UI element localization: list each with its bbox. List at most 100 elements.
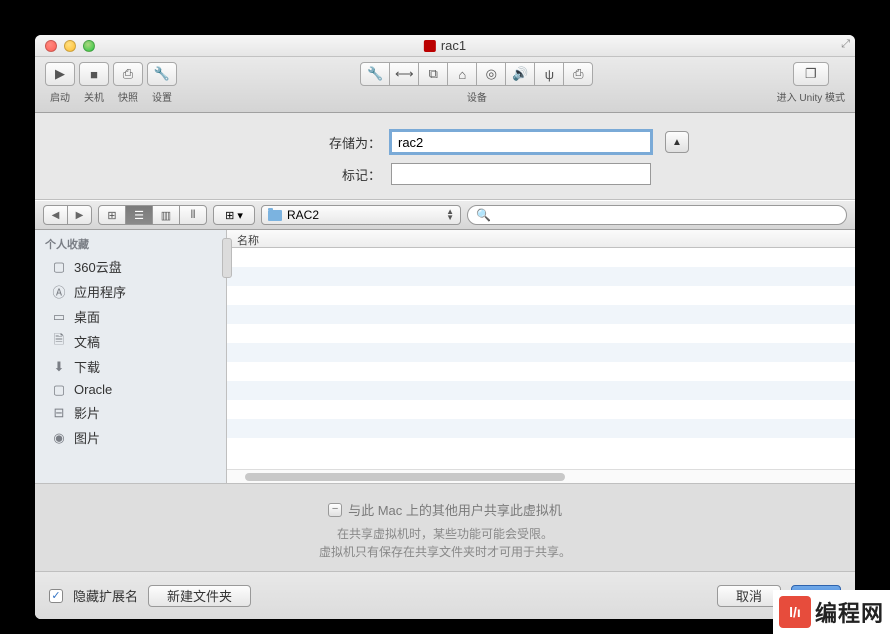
share-panel: − 与此 Mac 上的其他用户共享此虚拟机 在共享虚拟机时，某些功能可能会受限。…: [35, 483, 855, 571]
watermark: l/ı 编程网: [773, 590, 890, 634]
sidebar-item-360[interactable]: ▢360云盘: [35, 254, 226, 279]
hide-extension-checkbox[interactable]: ✓: [49, 589, 63, 603]
snapshot-button[interactable]: ⎙: [113, 62, 143, 86]
traffic-lights: [35, 40, 95, 52]
desktop-icon: ▭: [51, 310, 67, 324]
zoom-button[interactable]: [83, 40, 95, 52]
sidebar-item-documents[interactable]: 🗎文稿: [35, 329, 226, 354]
shutdown-button[interactable]: ■: [79, 62, 109, 86]
new-folder-button[interactable]: 新建文件夹: [148, 585, 251, 607]
forward-button[interactable]: ▶: [67, 205, 92, 225]
back-button[interactable]: ◀: [43, 205, 68, 225]
list-row: [227, 419, 855, 438]
search-input[interactable]: 🔍: [467, 205, 847, 225]
search-icon: 🔍: [476, 208, 491, 222]
scrollbar-thumb[interactable]: [245, 473, 565, 481]
pictures-icon: ◉: [51, 431, 67, 445]
device-sound-icon[interactable]: 🔊: [505, 62, 535, 86]
apps-icon: Ⓐ: [51, 285, 67, 299]
settings-button[interactable]: 🔧: [147, 62, 177, 86]
device-usb-icon[interactable]: ψ: [534, 62, 564, 86]
sidebar-item-movies[interactable]: ⊟影片: [35, 400, 226, 425]
list-row: [227, 286, 855, 305]
browser-toolbar: ◀ ▶ ⊞ ☰ ▥ ⦀ ⊞ ▾ RAC2 ▲▼ 🔍: [35, 200, 855, 230]
devices-label: 设备: [467, 89, 487, 104]
list-row: [227, 400, 855, 419]
device-bluetooth-icon[interactable]: ⧉: [418, 62, 448, 86]
sidebar-section-favorites: 个人收藏: [35, 230, 226, 254]
share-info-1: 在共享虚拟机时，某些功能可能会受限。: [35, 525, 855, 542]
disclosure-button[interactable]: ▲: [665, 131, 689, 153]
folder-icon: ▢: [51, 383, 67, 397]
list-row: [227, 324, 855, 343]
device-tool-icon[interactable]: 🔧: [360, 62, 390, 86]
snapshot-label: 快照: [118, 89, 138, 104]
save-as-input[interactable]: [391, 131, 651, 153]
arrange-button[interactable]: ⊞ ▾: [213, 205, 255, 225]
devices-segment: 🔧 ⟷ ⧉ ⌂ ◎ 🔊 ψ ⎙: [360, 62, 593, 86]
list-row: [227, 362, 855, 381]
coverflow-view-button[interactable]: ⦀: [179, 205, 207, 225]
fullscreen-icon[interactable]: ⤢: [841, 38, 850, 51]
bottom-bar: ✓ 隐藏扩展名 新建文件夹 取消: [35, 571, 855, 619]
device-printer-icon[interactable]: ⎙: [563, 62, 593, 86]
cancel-button[interactable]: 取消: [717, 585, 781, 607]
path-popup[interactable]: RAC2 ▲▼: [261, 205, 461, 225]
device-camera-icon[interactable]: ◎: [476, 62, 506, 86]
path-text: RAC2: [287, 208, 319, 222]
save-sheet: 存储为： ▲ 标记： ◀ ▶ ⊞ ☰ ▥ ⦀ ⊞ ▾: [35, 113, 855, 619]
tags-label: 标记：: [201, 165, 381, 184]
column-view-button[interactable]: ▥: [152, 205, 180, 225]
list-row: [227, 267, 855, 286]
list-row: [227, 343, 855, 362]
list-view-button[interactable]: ☰: [125, 205, 153, 225]
share-info-2: 虚拟机只有保存在共享文件夹时才可用于共享。: [35, 543, 855, 560]
watermark-text: 编程网: [815, 596, 884, 628]
folder-icon: ▢: [51, 260, 67, 274]
sidebar-item-downloads[interactable]: ⬇下载: [35, 354, 226, 379]
save-fields: 存储为： ▲ 标记：: [35, 113, 855, 200]
watermark-logo: l/ı: [779, 596, 811, 628]
unity-label: 进入 Unity 模式: [777, 89, 845, 104]
horizontal-scrollbar[interactable]: [227, 469, 855, 483]
device-hdd-icon[interactable]: ⌂: [447, 62, 477, 86]
file-rows[interactable]: [227, 248, 855, 469]
share-title: 与此 Mac 上的其他用户共享此虚拟机: [348, 500, 562, 519]
popup-arrows-icon: ▲▼: [446, 209, 454, 221]
shutdown-label: 关机: [84, 89, 104, 104]
titlebar[interactable]: rac1 ⤢: [35, 35, 855, 57]
dialog-window: rac1 ⤢ ▶ 启动 ■ 关机 ⎙ 快照 🔧 设置 🔧 ⟷ ⧉: [35, 35, 855, 619]
sidebar-item-apps[interactable]: Ⓐ应用程序: [35, 279, 226, 304]
list-row: [227, 248, 855, 267]
download-icon: ⬇: [51, 360, 67, 374]
tags-input[interactable]: [391, 163, 651, 185]
folder-icon: [268, 210, 282, 221]
sidebar-resize-handle[interactable]: [222, 238, 232, 278]
settings-label: 设置: [152, 89, 172, 104]
main-toolbar: ▶ 启动 ■ 关机 ⎙ 快照 🔧 设置 🔧 ⟷ ⧉ ⌂ ◎ 🔊 ψ: [35, 57, 855, 113]
close-button[interactable]: [45, 40, 57, 52]
hide-extension-label: 隐藏扩展名: [73, 586, 138, 605]
column-header-name[interactable]: 名称: [227, 230, 855, 248]
sidebar-item-oracle[interactable]: ▢Oracle: [35, 379, 226, 400]
collapse-button[interactable]: −: [328, 503, 342, 517]
sidebar-item-pictures[interactable]: ◉图片: [35, 425, 226, 450]
file-browser: 个人收藏 ▢360云盘 Ⓐ应用程序 ▭桌面 🗎文稿 ⬇下载 ▢Oracle ⊟影…: [35, 230, 855, 483]
list-row: [227, 305, 855, 324]
sidebar[interactable]: 个人收藏 ▢360云盘 Ⓐ应用程序 ▭桌面 🗎文稿 ⬇下载 ▢Oracle ⊟影…: [35, 230, 227, 483]
window-title-text: rac1: [441, 38, 466, 53]
icon-view-button[interactable]: ⊞: [98, 205, 126, 225]
unity-button[interactable]: ❐: [793, 62, 829, 86]
movies-icon: ⊟: [51, 406, 67, 420]
minimize-button[interactable]: [64, 40, 76, 52]
documents-icon: 🗎: [51, 335, 67, 349]
file-list: 名称: [227, 230, 855, 483]
save-as-label: 存储为：: [201, 133, 381, 152]
window-title: rac1: [424, 38, 466, 53]
list-row: [227, 381, 855, 400]
start-button[interactable]: ▶: [45, 62, 75, 86]
vm-icon: [424, 40, 436, 52]
start-label: 启动: [50, 89, 70, 104]
sidebar-item-desktop[interactable]: ▭桌面: [35, 304, 226, 329]
device-network-icon[interactable]: ⟷: [389, 62, 419, 86]
